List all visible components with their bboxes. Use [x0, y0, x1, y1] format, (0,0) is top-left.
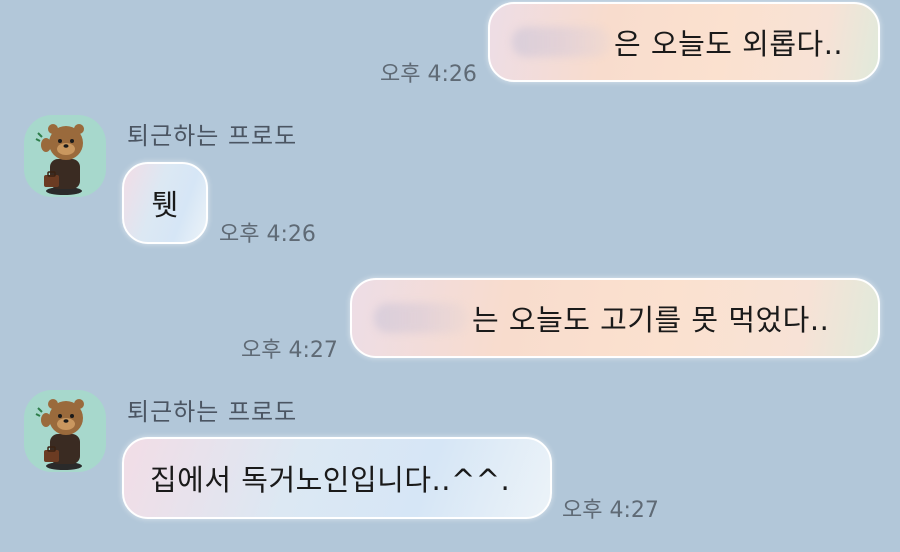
- message-time: 오후 4:26: [219, 222, 316, 247]
- message-time: 오후 4:26: [380, 62, 477, 87]
- frodo-avatar-icon[interactable]: [24, 115, 106, 197]
- sender-name: 퇴근하는 프로도: [127, 122, 298, 150]
- outgoing-message-bubble[interactable]: 은 오늘도 외롭다..: [488, 2, 880, 82]
- incoming-message-bubble[interactable]: 집에서 독거노인입니다..^^.: [122, 437, 552, 519]
- frodo-avatar-icon[interactable]: [24, 390, 106, 472]
- message-text: 은 오늘도 외롭다..: [614, 27, 844, 61]
- sender-name: 퇴근하는 프로도: [127, 398, 298, 426]
- message-text: 퉷: [151, 188, 179, 222]
- message-text: 집에서 독거노인입니다..^^.: [150, 463, 511, 497]
- blurred-name: [374, 303, 468, 333]
- chat-area: 은 오늘도 외롭다.. 오후 4:26 퇴근하는 프로도 퉷 오후 4:26 는…: [0, 0, 900, 552]
- message-time: 오후 4:27: [562, 498, 659, 523]
- blurred-name: [512, 27, 610, 57]
- message-time: 오후 4:27: [241, 338, 338, 363]
- message-text: 는 오늘도 고기를 못 먹었다..: [472, 303, 830, 337]
- outgoing-message-bubble[interactable]: 는 오늘도 고기를 못 먹었다..: [350, 278, 880, 358]
- incoming-message-bubble[interactable]: 퉷: [122, 162, 208, 244]
